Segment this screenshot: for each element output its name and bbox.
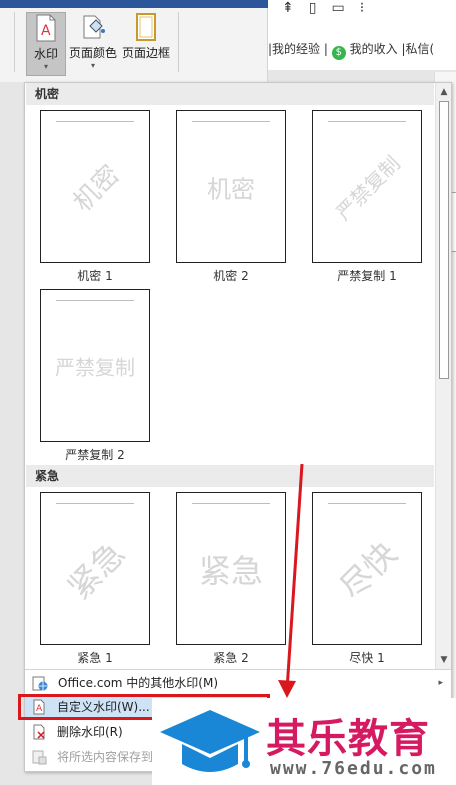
- section-header-confidential: 机密: [26, 83, 434, 105]
- page-border-icon: [136, 13, 156, 41]
- money-icon: $: [331, 46, 346, 60]
- page-border-button-label: 页面边框: [121, 46, 170, 60]
- page-color-button[interactable]: 页面颜色 ▾: [68, 12, 118, 76]
- watermark-text: 机密: [67, 159, 126, 218]
- my-income-link[interactable]: 我的收入: [350, 40, 398, 57]
- thumb-caption: 紧急 2: [213, 651, 249, 665]
- watermark-icon: A: [36, 14, 56, 42]
- menu-item-label: 删除水印(R): [57, 725, 123, 739]
- watermark-thumb-confidential-2[interactable]: 机密 机密 2: [176, 110, 286, 284]
- watermark-thumb-do-not-copy-2[interactable]: 严禁复制 严禁复制 2: [40, 289, 150, 463]
- watermark-thumb-urgent-1[interactable]: 紧急 紧急 1: [40, 492, 150, 666]
- logo-name: 其乐教育: [266, 716, 430, 762]
- page-preview: 紧急: [176, 492, 286, 645]
- upload-icon[interactable]: ⇞: [282, 0, 309, 16]
- watermark-text: 严禁复制: [331, 150, 405, 225]
- watermark-thumb-urgent-2[interactable]: 紧急 紧急 2: [176, 492, 286, 666]
- menu-item-more-watermarks[interactable]: Office.com 中的其他水印(M) ▸: [25, 672, 451, 694]
- my-experience-link[interactable]: 我的经验: [272, 40, 320, 57]
- thumb-caption: 严禁复制 2: [65, 448, 125, 462]
- watermark-text: 机密: [207, 175, 255, 203]
- submenu-arrow-icon: ▸: [438, 678, 443, 688]
- ribbon-separator: [14, 12, 15, 72]
- page-preview: 紧急: [40, 492, 150, 645]
- page-preview: 机密: [40, 110, 150, 263]
- ribbon-separator: [178, 12, 179, 72]
- office-globe-icon: [32, 676, 48, 691]
- toolbar-icons: ⇞▯▭⁝: [282, 0, 379, 16]
- page-preview: 严禁复制: [40, 289, 150, 442]
- watermark-text: 紧急: [60, 533, 133, 606]
- page-preview: 严禁复制: [312, 110, 422, 263]
- watermark-gallery: 机密 机密 机密 1 机密 机密 2 严禁复制 严禁复制 1 严禁复制 严禁复制…: [25, 83, 435, 669]
- site-logo: 其乐教育 www.76edu.com: [152, 698, 456, 785]
- watermark-thumb-asap-1[interactable]: 尽快 尽快 1: [312, 492, 422, 666]
- private-message-link[interactable]: 私信(: [405, 40, 434, 57]
- section-header-urgent: 紧急: [26, 465, 434, 487]
- watermark-text: 严禁复制: [55, 355, 135, 379]
- scroll-down-icon[interactable]: ▼: [436, 653, 452, 667]
- browser-header: ⇞▯▭⁝ |我的经验 | $ 我的收入 |私信(: [268, 0, 456, 70]
- paint-bucket-icon: [83, 15, 105, 39]
- menu-item-remove-watermark[interactable]: 删除水印(R): [24, 721, 154, 743]
- thumb-caption: 严禁复制 1: [337, 269, 397, 283]
- watermark-button-label: 水印: [33, 47, 58, 61]
- page-preview: 尽快: [312, 492, 422, 645]
- watermark-text: 尽快: [332, 533, 405, 606]
- watermark-gallery-panel: 机密 机密 机密 1 机密 机密 2 严禁复制 严禁复制 1 严禁复制 严禁复制…: [24, 82, 452, 772]
- watermark-thumb-confidential-1[interactable]: 机密 机密 1: [40, 110, 150, 284]
- chevron-down-icon: ▾: [43, 62, 48, 71]
- svg-text:A: A: [41, 23, 51, 39]
- logo-url: www.76edu.com: [270, 758, 437, 779]
- user-links: |我的经验 | $ 我的收入 |私信(: [268, 40, 456, 62]
- watermark-button[interactable]: A 水印 ▾: [26, 12, 66, 76]
- page-preview: 机密: [176, 110, 286, 263]
- graduation-cap-icon: [160, 710, 260, 772]
- thumb-caption: 机密 1: [77, 269, 113, 283]
- watermark-text: 紧急: [198, 551, 263, 590]
- scroll-up-icon[interactable]: ▲: [436, 85, 452, 99]
- ribbon-title-bar: [0, 0, 268, 8]
- remove-watermark-icon: [33, 724, 45, 740]
- chevron-down-icon: ▾: [90, 61, 95, 70]
- menu-divider: [25, 669, 451, 670]
- settings-icon[interactable]: ⁝: [360, 0, 379, 16]
- page-color-button-label: 页面颜色: [68, 46, 117, 60]
- page-border-button[interactable]: 页面边框: [120, 12, 172, 76]
- menu-item-label: 将所选内容保存到: [57, 750, 154, 764]
- thumb-caption: 机密 2: [213, 269, 249, 283]
- thumb-caption: 尽快 1: [349, 651, 385, 665]
- thumb-caption: 紧急 1: [77, 651, 113, 665]
- menu-item-label: Office.com 中的其他水印(M): [58, 676, 219, 690]
- scrollbar-thumb[interactable]: [439, 101, 449, 379]
- watermark-thumb-do-not-copy-1[interactable]: 严禁复制 严禁复制 1: [312, 110, 422, 284]
- ribbon: A 水印 ▾ 页面颜色 ▾ 页面边框: [0, 0, 268, 82]
- save-gallery-icon: [32, 750, 47, 765]
- menu-item-save-selection: 将所选内容保存到: [24, 746, 154, 768]
- document-icon[interactable]: ▯: [309, 0, 332, 16]
- link-separator: |: [323, 42, 328, 56]
- gallery-scrollbar[interactable]: ▲ ▼: [435, 83, 451, 669]
- chat-icon[interactable]: ▭: [331, 0, 359, 16]
